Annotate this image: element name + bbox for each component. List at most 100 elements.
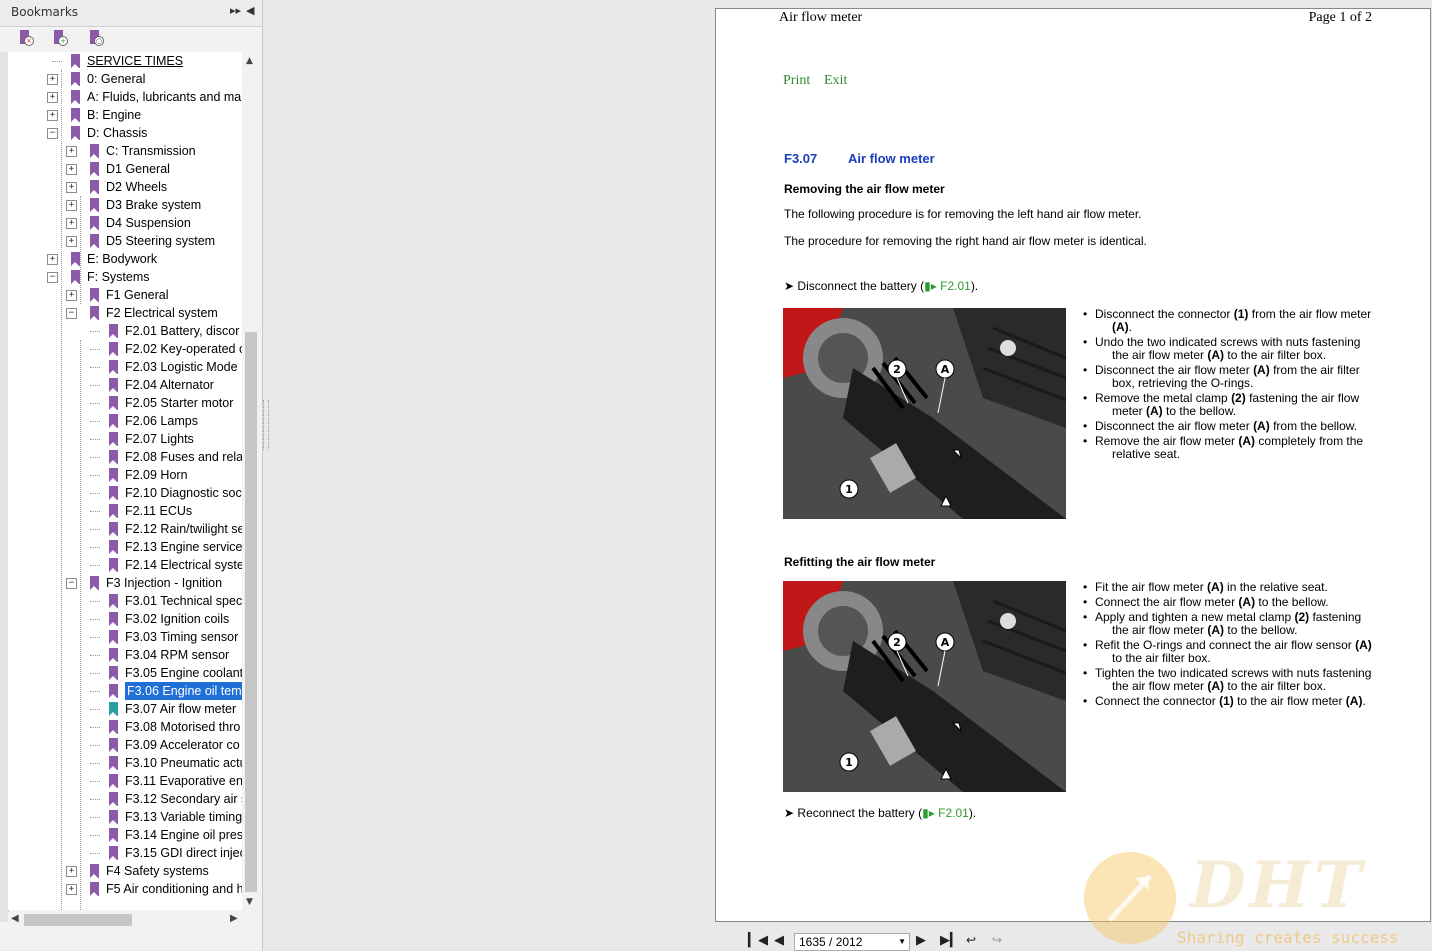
collapse-icon[interactable]: −: [47, 128, 58, 139]
first-page-icon[interactable]: ▎◀: [748, 933, 768, 948]
expand-icon[interactable]: +: [66, 218, 77, 229]
tree-item[interactable]: F3.14 Engine oil pres: [8, 826, 242, 844]
tree-item[interactable]: F2.11 ECUs: [8, 502, 242, 520]
tree-item[interactable]: + D1 General: [8, 160, 242, 178]
vertical-scrollbar[interactable]: ▲ ▼: [243, 52, 259, 910]
expand-icon[interactable]: +: [66, 146, 77, 157]
tree-item[interactable]: F2.05 Starter motor: [8, 394, 242, 412]
tree-item[interactable]: F3.02 Ignition coils: [8, 610, 242, 628]
tree-item[interactable]: − F: Systems: [8, 268, 242, 286]
expand-icon[interactable]: +: [66, 182, 77, 193]
bookmark-icon: [109, 414, 118, 428]
tree-item[interactable]: F3.08 Motorised thro: [8, 718, 242, 736]
go-back-icon[interactable]: ↩: [966, 933, 976, 947]
expand-icon[interactable]: +: [66, 290, 77, 301]
dropdown-arrow-icon[interactable]: ▼: [898, 934, 906, 950]
collapse-icon[interactable]: −: [66, 308, 77, 319]
scroll-left-icon[interactable]: ◀: [11, 913, 19, 924]
tree-item[interactable]: F2.02 Key-operated c: [8, 340, 242, 358]
scroll-right-icon[interactable]: ▶: [230, 913, 238, 924]
tree-item-label: F2.14 Electrical syste: [125, 558, 242, 572]
panel-splitter[interactable]: [263, 400, 269, 450]
tree-item[interactable]: F3.03 Timing sensor: [8, 628, 242, 646]
expand-icon[interactable]: +: [47, 92, 58, 103]
next-page-icon[interactable]: ▶: [916, 933, 926, 948]
exit-link[interactable]: Exit: [824, 73, 847, 89]
horizontal-scrollbar[interactable]: ◀ ▶: [8, 912, 243, 928]
bookmark-add-icon[interactable]: +: [52, 30, 68, 46]
tree-item[interactable]: +0: General: [8, 70, 242, 88]
expand-icon[interactable]: +: [66, 866, 77, 877]
tree-item[interactable]: + D5 Steering system: [8, 232, 242, 250]
arrow-bullet-icon: ➤: [784, 806, 795, 820]
collapse-icon[interactable]: −: [47, 272, 58, 283]
tree-item[interactable]: F3.01 Technical spec: [8, 592, 242, 610]
tree-item[interactable]: F3.10 Pneumatic actu: [8, 754, 242, 772]
triangle-left-icon[interactable]: ◀: [246, 4, 254, 17]
expand-icon[interactable]: +: [47, 74, 58, 85]
previous-page-icon[interactable]: ◀: [774, 933, 784, 948]
tree-item[interactable]: + F1 General: [8, 286, 242, 304]
tree-item[interactable]: F2.12 Rain/twilight se: [8, 520, 242, 538]
tree-item[interactable]: − F3 Injection - Ignition: [8, 574, 242, 592]
tree-item-label: D: Chassis: [87, 126, 148, 140]
tree-item[interactable]: F3.04 RPM sensor: [8, 646, 242, 664]
tree-item[interactable]: F2.08 Fuses and relay: [8, 448, 242, 466]
tree-item[interactable]: F3.12 Secondary air s: [8, 790, 242, 808]
tree-item[interactable]: + A: Fluids, lubricants and mair: [8, 88, 242, 106]
collapse-icon[interactable]: −: [66, 578, 77, 589]
tree-item[interactable]: F3.15 GDI direct injec: [8, 844, 242, 862]
battery-link[interactable]: F2.01: [940, 279, 971, 293]
expand-icon[interactable]: +: [66, 164, 77, 175]
tree-item[interactable]: F2.10 Diagnostic sock: [8, 484, 242, 502]
tree-item[interactable]: F3.13 Variable timing: [8, 808, 242, 826]
tree-item[interactable]: F3.07 Air flow meter: [8, 700, 242, 718]
scrollbar-thumb[interactable]: [245, 332, 257, 892]
expand-icon[interactable]: +: [47, 110, 58, 121]
page-navigation: ▎◀ ◀ 1635 / 2012 ▼ ▶ ▶▎ ↩ ↪: [740, 930, 1040, 951]
battery-link[interactable]: F2.01: [938, 806, 969, 820]
tree-item[interactable]: F2.06 Lamps: [8, 412, 242, 430]
go-forward-icon[interactable]: ↪: [992, 933, 1002, 947]
tree-item[interactable]: + F5 Air conditioning and h: [8, 880, 242, 898]
tree-item[interactable]: F3.11 Evaporative en: [8, 772, 242, 790]
tree-item[interactable]: F2.04 Alternator: [8, 376, 242, 394]
tree-item[interactable]: F2.13 Engine services: [8, 538, 242, 556]
double-chevron-right-icon[interactable]: ▸▸: [230, 4, 241, 17]
print-link[interactable]: Print: [783, 73, 810, 89]
scroll-up-icon[interactable]: ▲: [246, 56, 253, 66]
page-number-field[interactable]: 1635 / 2012 ▼: [794, 933, 910, 951]
tree-item[interactable]: F2.14 Electrical syste: [8, 556, 242, 574]
tree-item[interactable]: + D3 Brake system: [8, 196, 242, 214]
expand-icon[interactable]: +: [47, 254, 58, 265]
scrollbar-thumb[interactable]: [24, 914, 132, 926]
step-text: Apply and tighten a new metal clamp: [1095, 610, 1295, 624]
tree-item[interactable]: F2.07 Lights: [8, 430, 242, 448]
tree-item[interactable]: F2.09 Horn: [8, 466, 242, 484]
tree-item[interactable]: F3.06 Engine oil temp: [8, 682, 242, 700]
tree-item[interactable]: + B: Engine: [8, 106, 242, 124]
tree-item[interactable]: F3.09 Accelerator co: [8, 736, 242, 754]
last-page-icon[interactable]: ▶▎: [940, 933, 960, 948]
tree-connector: [90, 457, 100, 458]
tree-item-label: F3 Injection - Ignition: [106, 576, 223, 590]
bookmark-find-icon[interactable]: ○: [88, 30, 104, 46]
tree-item[interactable]: SERVICE TIMES: [8, 52, 242, 70]
expand-icon[interactable]: +: [66, 200, 77, 211]
tree-item[interactable]: + D4 Suspension: [8, 214, 242, 232]
tree-item-label: F3.03 Timing sensor: [125, 630, 239, 644]
tree-item[interactable]: + E: Bodywork: [8, 250, 242, 268]
tree-item[interactable]: F2.03 Logistic Mode: [8, 358, 242, 376]
tree-item[interactable]: + D2 Wheels: [8, 178, 242, 196]
tree-item[interactable]: + F4 Safety systems: [8, 862, 242, 880]
tree-item[interactable]: − D: Chassis: [8, 124, 242, 142]
tree-item[interactable]: F3.05 Engine coolant: [8, 664, 242, 682]
expand-icon[interactable]: +: [66, 884, 77, 895]
tree-item[interactable]: F2.01 Battery, discor: [8, 322, 242, 340]
tree-item[interactable]: − F2 Electrical system: [8, 304, 242, 322]
tree-connector: [90, 691, 100, 692]
scroll-down-icon[interactable]: ▼: [246, 897, 253, 907]
bookmark-delete-icon[interactable]: ×: [18, 30, 34, 46]
tree-item[interactable]: + C: Transmission: [8, 142, 242, 160]
expand-icon[interactable]: +: [66, 236, 77, 247]
